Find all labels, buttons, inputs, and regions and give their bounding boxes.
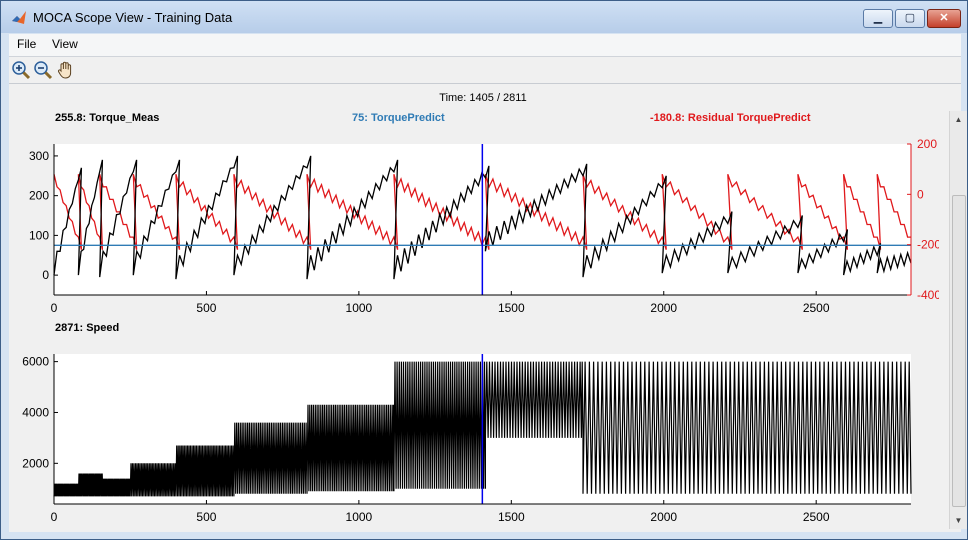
x-tick-label: 1000 xyxy=(346,301,373,315)
matlab-app-icon xyxy=(12,11,26,24)
window-title: MOCA Scope View - Training Data xyxy=(33,10,233,25)
scrollbar-thumb[interactable] xyxy=(952,195,966,507)
toolbar xyxy=(9,57,961,84)
vertical-scrollbar[interactable]: ▲ ▼ xyxy=(949,111,967,529)
x-tick-label: 500 xyxy=(196,510,216,524)
close-button[interactable]: ✕ xyxy=(927,9,961,28)
x-tick-label: 0 xyxy=(51,301,58,315)
y-tick-label-left: 200 xyxy=(29,189,49,203)
y-tick-label: 2000 xyxy=(22,456,49,470)
y-tick-label-left: 100 xyxy=(29,228,49,242)
maximize-button[interactable]: ▢ xyxy=(895,9,925,28)
scope-plots: Time: 1405 / 2811 255.8: Torque_Meas 75:… xyxy=(22,92,939,524)
x-tick-label: 2500 xyxy=(803,510,830,524)
title-bar[interactable]: MOCA Scope View - Training Data ▁ ▢ ✕ xyxy=(1,1,967,33)
x-tick-label: 500 xyxy=(196,301,216,315)
x-tick-label: 1000 xyxy=(346,510,373,524)
y-tick-label-left: 0 xyxy=(42,268,49,282)
x-tick-label: 0 xyxy=(51,510,58,524)
readout-torque-meas: 255.8: Torque_Meas xyxy=(55,112,159,124)
readout-speed: 2871: Speed xyxy=(55,322,119,334)
scope-client-area: Time: 1405 / 2811 255.8: Torque_Meas 75:… xyxy=(9,84,967,532)
x-tick-label: 2000 xyxy=(650,510,677,524)
x-tick-label: 2500 xyxy=(803,301,830,315)
x-tick-label: 2000 xyxy=(650,301,677,315)
menu-view[interactable]: View xyxy=(52,37,78,51)
y-tick-label: 4000 xyxy=(22,405,49,419)
menu-file[interactable]: File xyxy=(17,37,36,51)
time-label: Time: 1405 / 2811 xyxy=(439,92,526,104)
scroll-up-arrow-icon[interactable]: ▲ xyxy=(950,111,967,128)
y-tick-label: 6000 xyxy=(22,355,49,369)
zoom-in-icon[interactable] xyxy=(11,60,31,80)
y-tick-label-right: -200 xyxy=(917,238,939,252)
menu-bar: File View xyxy=(9,34,961,57)
y-tick-label-right: 0 xyxy=(917,187,924,201)
y-tick-label-right: 200 xyxy=(917,137,937,151)
x-tick-label: 1500 xyxy=(498,301,525,315)
scroll-down-arrow-icon[interactable]: ▼ xyxy=(950,512,967,529)
minimize-button[interactable]: ▁ xyxy=(863,9,893,28)
y-tick-label-left: 300 xyxy=(29,149,49,163)
app-window: MOCA Scope View - Training Data ▁ ▢ ✕ Fi… xyxy=(0,0,968,540)
y-tick-label-right: -400 xyxy=(917,288,939,302)
x-tick-label: 1500 xyxy=(498,510,525,524)
readout-torque-predict: 75: TorquePredict xyxy=(352,112,445,124)
zoom-out-icon[interactable] xyxy=(33,60,53,80)
pan-hand-icon[interactable] xyxy=(56,60,76,80)
readout-residual: -180.8: Residual TorquePredict xyxy=(650,112,811,124)
